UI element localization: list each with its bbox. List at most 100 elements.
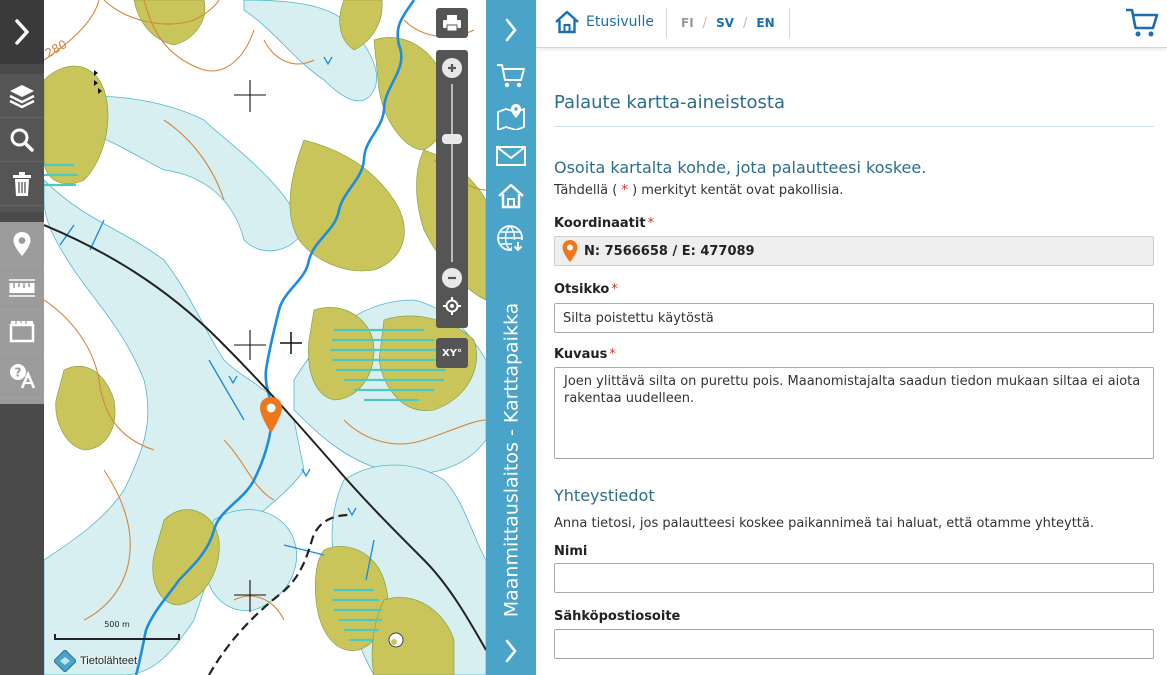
title-input[interactable]: Silta poistettu käytöstä [554,303,1154,333]
home-icon [498,183,524,209]
measure-distance-button[interactable] [0,266,44,310]
chevron-right-icon [505,639,517,663]
section-title-location: Osoita kartalta kohde, jota palautteesi … [554,158,927,177]
required-star: * [647,216,655,231]
name-input[interactable] [554,563,1154,593]
page-title: Palaute kartta-aineistosta [554,92,785,113]
measure-area-icon [9,320,35,342]
zoom-slider[interactable] [436,50,468,328]
print-button[interactable] [436,8,468,38]
contour-elevation-label: 280 [44,37,69,61]
language-separator: / [702,15,708,31]
section-title-contact: Yhteystiedot [554,486,655,505]
feedback-location-marker[interactable] [258,396,284,434]
required-note: Tähdellä ( * ) merkityt kentät ovat pako… [554,183,843,198]
map-marker-icon [562,240,578,262]
description-label-text: Kuvaus [554,347,608,362]
title-label-text: Otsikko [554,282,610,297]
minus-icon [448,276,456,280]
language-switcher: FI / SV / EN [666,8,790,38]
description-label: Kuvaus * [554,347,616,362]
home-link[interactable]: Etusivulle [554,10,654,34]
zoom-out-button[interactable] [442,268,462,288]
attribution-label: Tietolähteet [80,655,138,667]
search-button[interactable] [0,118,44,162]
zoom-handle[interactable] [442,134,462,144]
email-label: Sähköpostiosoite [554,609,681,624]
clear-button[interactable] [0,162,44,206]
layers-icon [9,84,35,108]
search-icon [10,128,34,152]
coordinates-label-text: Koordinaatit [554,216,646,231]
coordinates-label: Koordinaatit * [554,216,654,231]
scale-bar: 500 m [54,616,182,640]
cart-icon [1126,8,1159,37]
data-sources-icon [54,650,76,672]
home-icon [555,10,579,34]
feedback-panel: Etusivulle FI / SV / EN Palaute kartta-a… [536,0,1167,675]
app-title: Maanmittauslaitos - Karttapaikka [500,302,522,618]
left-toolbar: ? [0,0,44,675]
chevron-right-icon [15,19,29,45]
expand-toolbar-button[interactable] [0,0,44,64]
coordinate-tool-button[interactable]: XY° [436,338,468,368]
plus-icon [448,64,456,72]
help-icon: ? [10,363,36,389]
required-star: * [609,347,616,362]
topographic-map: 280 [44,0,486,675]
map-marker-icon [13,231,31,256]
title-label: Otsikko * [554,282,618,297]
attribution-link[interactable]: Tietolähteet [54,650,137,672]
globe-download-icon [497,225,525,253]
coordinates-field: N: 7566658 / E: 477089 [554,236,1154,266]
expand-panel-button[interactable] [486,632,536,670]
zoom-in-button[interactable] [442,58,462,78]
collapse-panel-button[interactable] [486,8,536,52]
title-divider [554,126,1154,127]
coordinates-value: N: 7566658 / E: 477089 [584,243,755,259]
required-note-suffix: ) merkityt kentät ovat pakollisia. [632,183,844,198]
crosshair-icon [443,297,461,315]
email-input[interactable] [554,629,1154,659]
locate-button[interactable] [442,296,462,316]
printer-icon [443,15,461,32]
home-label: Etusivulle [586,14,654,30]
chevron-right-icon [505,18,517,42]
side-tab-bar: Maanmittauslaitos - Karttapaikka [486,0,536,675]
tab-cart[interactable] [486,56,536,96]
zoom-track[interactable] [451,84,453,262]
scale-label: 500 m [104,620,130,629]
required-note-prefix: Tähdellä ( [554,183,618,198]
required-star: * [621,183,628,198]
tab-home[interactable] [486,176,536,216]
layers-button[interactable] [0,74,44,118]
description-textarea[interactable]: Joen ylittävä silta on purettu pois. Maa… [554,367,1154,459]
language-separator: / [743,15,748,31]
scale-line [54,634,180,640]
name-label: Nimi [554,544,588,559]
measure-area-button[interactable] [0,310,44,354]
tab-download[interactable] [486,218,536,260]
tab-map-feedback[interactable] [486,96,536,136]
language-en[interactable]: EN [756,16,774,30]
language-fi[interactable]: FI [681,16,694,30]
map-canvas[interactable]: 280 XY° 500 m Tietolähteet [44,0,486,675]
svg-text:?: ? [15,365,22,379]
toolbar-group-secondary: ? [0,222,44,404]
mail-icon [496,146,526,166]
contact-note: Anna tietosi, jos palautteesi koskee pai… [554,516,1094,531]
ruler-icon [9,278,35,297]
toolbar-group-primary [0,74,44,212]
add-marker-button[interactable] [0,222,44,266]
panel-topbar: Etusivulle FI / SV / EN [536,0,1167,48]
trash-icon [13,171,31,196]
title-input-value: Silta poistettu käytöstä [563,310,714,326]
cart-icon [497,64,525,88]
help-button[interactable]: ? [0,354,44,398]
map-pin-icon [497,104,525,130]
language-sv[interactable]: SV [716,16,734,30]
tab-feedback-mail[interactable] [486,136,536,176]
required-star: * [611,282,618,297]
cart-button[interactable] [1125,8,1159,42]
app-title-vertical: Maanmittauslaitos - Karttapaikka [486,290,536,630]
